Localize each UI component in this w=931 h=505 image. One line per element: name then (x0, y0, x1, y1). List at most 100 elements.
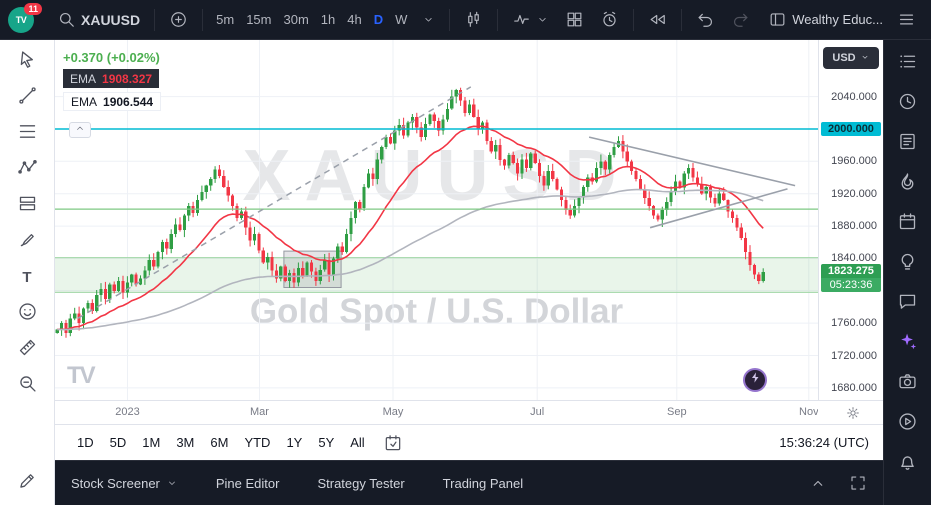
cursor-tool[interactable] (10, 50, 44, 74)
indicators-button[interactable] (505, 6, 556, 34)
panel-maximize-icon[interactable] (849, 474, 867, 492)
xabcd-pattern-tool[interactable] (10, 158, 44, 182)
fib-retracement-tool[interactable] (10, 122, 44, 146)
xabcd-pattern-icon (17, 157, 38, 183)
alert-clock-button[interactable] (894, 92, 922, 116)
chart-pane: XAUUSD Gold Spot / U.S. Dollar +0.370 (+… (55, 40, 883, 400)
timeframe-4h[interactable]: 4h (341, 6, 367, 34)
legend-collapse-button[interactable] (69, 122, 91, 138)
candles-icon (464, 10, 483, 29)
long-position-tool[interactable] (10, 194, 44, 218)
emoji-tool[interactable] (10, 302, 44, 326)
notifications-bell-icon (897, 451, 918, 477)
timeframe-30m[interactable]: 30m (277, 6, 314, 34)
range-1d[interactable]: 1D (69, 431, 102, 455)
notifications-bell-button[interactable] (894, 452, 922, 476)
trading-app: TV 11 XAUUSD 5m15m30m1h4hDW (0, 0, 931, 505)
layout-templates-button[interactable] (558, 6, 591, 34)
timeframe-more-button[interactable] (415, 6, 442, 34)
layout-grid-icon (565, 10, 584, 29)
quick-menu-button[interactable] (890, 6, 923, 34)
autoplay-button[interactable] (894, 412, 922, 436)
time-label-sep: Sep (667, 406, 687, 418)
panel-tab-strategy-tester[interactable]: Strategy Tester (317, 476, 404, 491)
bar-replay-button[interactable] (641, 6, 674, 34)
camera-snapshot-button[interactable] (894, 372, 922, 396)
economic-calendar-icon (897, 211, 918, 237)
watchlist-button[interactable] (894, 52, 922, 76)
zoom-tool[interactable] (10, 374, 44, 398)
price-tick: 2040.000 (831, 91, 877, 103)
ideas-bulb-button[interactable] (894, 252, 922, 276)
compare-add-button[interactable] (162, 6, 195, 34)
indicators-icon (512, 10, 531, 29)
public-chat-button[interactable] (894, 292, 922, 316)
utc-clock[interactable]: 15:36:24 (UTC) (779, 435, 869, 450)
news-flash-button[interactable] (894, 132, 922, 156)
panel-tab-stock-screener[interactable]: Stock Screener (71, 476, 178, 491)
plus-icon (169, 10, 188, 29)
timeframe-1h[interactable]: 1h (315, 6, 341, 34)
last-price-label: 1823.27505:23:36 (821, 264, 881, 292)
range-3m[interactable]: 3M (168, 431, 202, 455)
ideas-bulb-icon (897, 251, 918, 277)
save-layout-button[interactable]: Wealthy Educ... (761, 6, 890, 34)
ruler-tool[interactable] (10, 338, 44, 362)
indicator-rows: EMA 1908.327 EMA1906.544 (63, 65, 161, 111)
range-all[interactable]: All (342, 431, 372, 455)
redo-button[interactable] (724, 6, 757, 34)
divider (202, 9, 203, 31)
range-5d[interactable]: 5D (102, 431, 135, 455)
range-5y[interactable]: 5Y (310, 431, 342, 455)
menu-icon (897, 10, 916, 29)
range-1y[interactable]: 1Y (278, 431, 310, 455)
timeframe-15m[interactable]: 15m (240, 6, 277, 34)
candlestick-chart[interactable] (55, 40, 818, 400)
range-6m[interactable]: 6M (202, 431, 236, 455)
indicator-value: 1908.327 (102, 72, 152, 86)
time-axis[interactable]: 2023MarMayJulSepNov (55, 400, 883, 424)
chart-legend: +0.370 (+0.02%) EMA 1908.327 EMA1906.544 (63, 50, 161, 111)
chart-canvas[interactable]: XAUUSD Gold Spot / U.S. Dollar +0.370 (+… (55, 40, 818, 400)
brush-tool[interactable] (10, 230, 44, 254)
panel-tab-trading-panel[interactable]: Trading Panel (443, 476, 523, 491)
topbar-right-group: Wealthy Educ... (761, 6, 923, 34)
long-position-icon (17, 193, 38, 219)
currency-dropdown[interactable]: USD (823, 47, 879, 69)
range-ytd[interactable]: YTD (236, 431, 278, 455)
timeframe-w[interactable]: W (389, 6, 413, 34)
indicator-row-ema-0[interactable]: EMA 1908.327 (63, 69, 159, 88)
edit-tool[interactable] (10, 471, 44, 495)
fib-retracement-icon (17, 121, 38, 147)
price-tick: 1920.000 (831, 188, 877, 200)
text-tool[interactable]: T (10, 266, 44, 290)
trend-line-tool[interactable] (10, 86, 44, 110)
indicator-label: EMA (70, 72, 96, 86)
create-alert-button[interactable] (593, 6, 626, 34)
hotlist-flame-button[interactable] (894, 172, 922, 196)
tradingview-logo[interactable]: TV 11 (8, 5, 42, 35)
timeframe-d[interactable]: D (368, 6, 389, 34)
panel-tab-label: Trading Panel (443, 476, 523, 491)
range-1m[interactable]: 1M (134, 431, 168, 455)
symbol-search-button[interactable]: XAUUSD (50, 6, 147, 34)
undo-button[interactable] (689, 6, 722, 34)
ai-sparkle-button[interactable] (894, 332, 922, 356)
goto-date-icon[interactable] (383, 433, 403, 453)
alarm-clock-icon (600, 10, 619, 29)
instant-trading-button[interactable] (743, 368, 767, 392)
indicator-row-ema-1[interactable]: EMA1906.544 (63, 92, 161, 111)
chevron-up-icon (74, 121, 86, 139)
currency-label: USD (832, 52, 855, 64)
price-axis[interactable]: USD 2040.0001960.0001920.0001880.0001840… (818, 40, 883, 400)
timeframe-5m[interactable]: 5m (210, 6, 240, 34)
economic-calendar-button[interactable] (894, 212, 922, 236)
divider (449, 9, 450, 31)
chart-type-button[interactable] (457, 6, 490, 34)
chart-settings-gear-icon[interactable] (845, 405, 861, 421)
panel-open-icon[interactable] (809, 474, 827, 492)
bottom-panel: Stock Screener Pine Editor Strategy Tester… (55, 460, 883, 505)
panel-tab-pine-editor[interactable]: Pine Editor (216, 476, 280, 491)
price-tick: 1720.000 (831, 350, 877, 362)
price-change-text: +0.370 (+0.02%) (63, 50, 161, 65)
